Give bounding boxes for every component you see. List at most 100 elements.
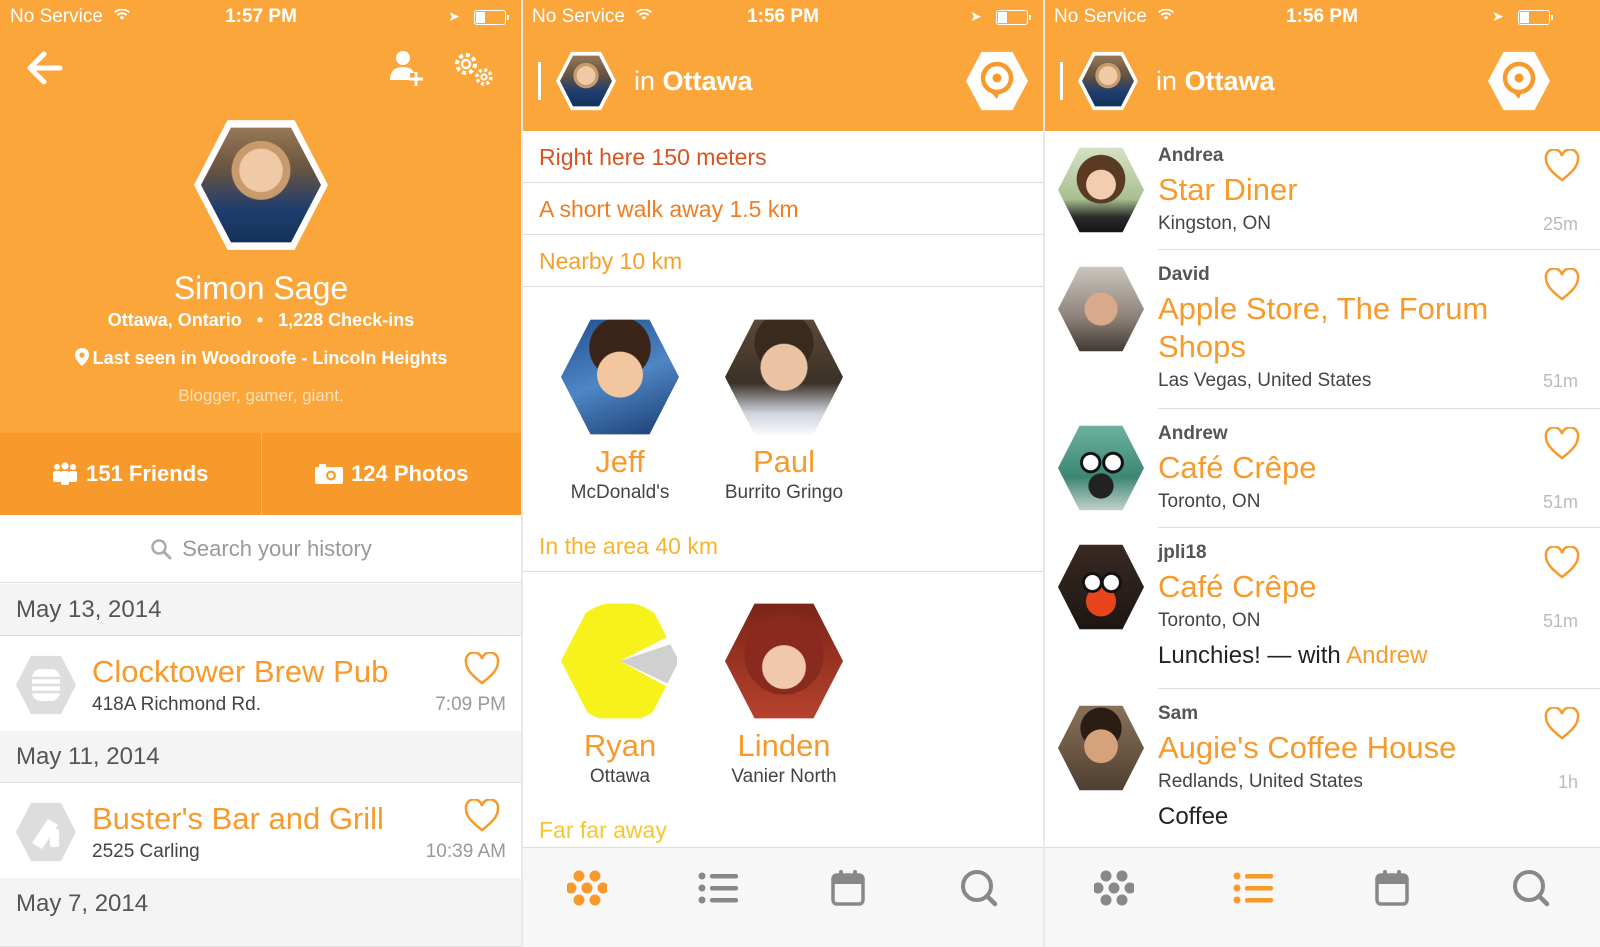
status-bar: No Service 1:56 PM ➤ [1044,0,1600,34]
user-name[interactable]: Sam [1158,703,1198,725]
history-date-header: May 7, 2014 [0,878,522,947]
bullet-separator: • [246,310,274,330]
honeycomb-icon [1093,870,1134,905]
tagged-friend[interactable]: Andrew [1346,642,1427,669]
feed-screen: No Service 1:56 PM ➤ in Ottawa Andrea St… [1044,0,1600,947]
friend-place: Vanier North [731,766,837,787]
tab-feed[interactable] [1223,858,1283,918]
tab-search[interactable] [1501,858,1561,918]
user-name[interactable]: Andrew [1158,423,1228,445]
nav-indicator [1060,62,1063,100]
user-name[interactable]: jpli18 [1158,542,1207,564]
checkin-pin-icon [980,61,1014,99]
user-name[interactable]: Andrea [1158,145,1223,167]
tab-feed[interactable] [688,858,748,918]
history-date-header: May 11, 2014 [0,731,522,783]
distance-header: A short walk away 1.5 km [522,183,1044,235]
nearby-friend-card[interactable]: Linden Vanier North [704,600,864,788]
friend-place: McDonald's [570,482,670,503]
history-date-header: May 13, 2014 [0,584,522,636]
venue-name[interactable]: Café Crêpe [1158,568,1498,606]
like-heart-icon[interactable] [1544,546,1580,580]
venue-name[interactable]: Clocktower Brew Pub [92,654,388,690]
like-heart-icon[interactable] [464,652,500,686]
nearby-friend-card[interactable]: Paul Burrito Gringo [704,316,864,504]
beer-barrel-icon [16,655,76,715]
profile-meta: Ottawa, Ontario • 1,228 Check-ins [0,310,522,331]
friend-place: Burrito Gringo [724,482,844,503]
clock: 1:56 PM [1286,6,1358,27]
distance-header: In the area 40 km [522,520,1044,572]
history-search-input[interactable]: Search your history [0,515,522,583]
venue-name[interactable]: Apple Store, The Forum Shops [1158,290,1498,366]
nearby-friend-card[interactable]: Jeff McDonald's [540,316,700,504]
friend-name: Ryan [583,728,657,763]
friends-icon [53,462,78,485]
nearby-friend-card[interactable]: Ryan Ottawa [540,600,700,788]
feed-item[interactable]: David Apple Store, The Forum Shops Las V… [1044,250,1600,409]
last-seen: Last seen in Woodroofe - Lincoln Heights [0,348,522,369]
feed-item[interactable]: Sam Augie's Coffee House Redlands, Unite… [1044,689,1600,847]
venue-name[interactable]: Café Crêpe [1158,449,1498,487]
checkin-time: 7:09 PM [435,694,506,715]
add-friend-icon[interactable] [388,48,424,88]
user-avatar[interactable] [1058,705,1144,791]
feed-item[interactable]: jpli18 Café Crêpe Toronto, ON 51m Lunchi… [1044,528,1600,689]
feed-item[interactable]: Andrew Café Crêpe Toronto, ON 51m [1044,409,1600,528]
back-arrow-icon[interactable] [24,50,64,86]
profile-bio: Blogger, gamer, giant. [178,386,344,405]
user-avatar[interactable] [1058,266,1144,352]
tab-plans[interactable] [818,858,878,918]
distance-header: Nearby 10 km [522,235,1044,287]
history-item[interactable]: Buster's Bar and Grill 2525 Carling 10:3… [0,783,522,879]
nearby-screen: No Service 1:56 PM ➤ in Ottawa Right her… [522,0,1044,947]
clock: 1:56 PM [747,6,819,27]
location-services-icon: ➤ [1492,8,1504,24]
venue-location: Redlands, United States [1158,771,1363,792]
venue-name[interactable]: Buster's Bar and Grill [92,801,384,837]
venue-location: Toronto, ON [1158,610,1261,631]
nav-title: in Ottawa [634,66,753,96]
venue-name[interactable]: Augie's Coffee House [1158,729,1498,767]
profile-stats: 151 Friends 124 Photos [0,433,522,515]
like-heart-icon[interactable] [1544,268,1580,302]
like-heart-icon[interactable] [1544,427,1580,461]
map-pin-icon [74,348,89,366]
battery-icon [474,10,509,25]
calendar-icon [1374,869,1409,906]
settings-gear-icon[interactable] [450,50,496,88]
camera-icon [315,464,344,484]
like-heart-icon[interactable] [464,799,500,833]
tab-bar [522,847,1044,947]
friend-avatar [561,319,679,435]
checkin-shout: Lunchies! — with Andrew [1158,642,1428,669]
search-icon [1512,869,1549,906]
checkin-button[interactable] [966,51,1028,111]
honeycomb-icon [567,870,608,905]
profile-name: Simon Sage [173,270,349,306]
checkin-time: 10:39 AM [425,841,506,862]
history-item[interactable]: Clocktower Brew Pub 418A Richmond Rd. 7:… [0,636,522,732]
user-name[interactable]: David [1158,264,1210,286]
tab-search[interactable] [949,858,1009,918]
list-icon [1233,872,1273,903]
user-avatar[interactable] [1058,425,1144,511]
like-heart-icon[interactable] [1544,707,1580,741]
friends-button[interactable]: 151 Friends [0,433,261,515]
profile-screen: No Service 1:57 PM ➤ Simon Sage Ottawa, … [0,0,522,947]
tab-friends-nearby[interactable] [557,858,617,918]
tab-plans[interactable] [1362,858,1422,918]
photos-button[interactable]: 124 Photos [260,433,523,515]
screen-divider [521,0,523,947]
user-avatar[interactable] [1058,147,1144,233]
user-avatar[interactable] [1058,544,1144,630]
like-heart-icon[interactable] [1544,149,1580,183]
venue-name[interactable]: Star Diner [1158,171,1498,209]
venue-address: 2525 Carling [92,841,200,862]
calendar-icon [831,869,865,906]
checkin-shout: Coffee [1158,803,1229,830]
tab-friends-nearby[interactable] [1084,858,1144,918]
search-icon [151,538,172,559]
feed-item[interactable]: Andrea Star Diner Kingston, ON 25m [1044,131,1600,250]
checkin-button[interactable] [1488,51,1550,111]
